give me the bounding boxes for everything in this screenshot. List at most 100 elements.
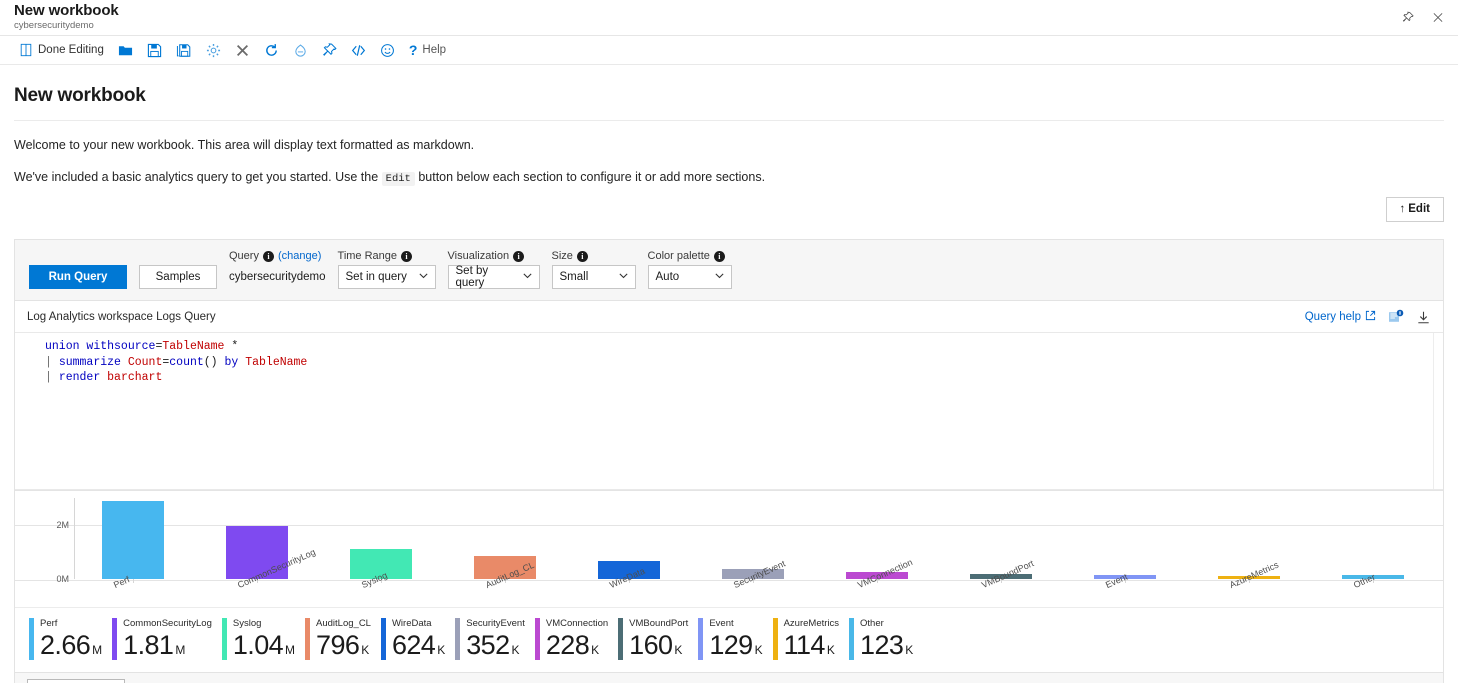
summary-tile[interactable]: SecurityEvent 352 K	[455, 618, 535, 660]
toolbar-help-label: Help	[422, 44, 447, 56]
tile-number: 796	[316, 630, 360, 660]
tile-number: 1.81	[123, 630, 174, 660]
toolbar-save-as-button[interactable]	[169, 38, 199, 62]
summary-tile[interactable]: VMConnection 228 K	[534, 618, 618, 660]
tile-body: Syslog 1.04 M	[233, 618, 295, 660]
summary-tile[interactable]: AzureMetrics 114 K	[772, 618, 849, 660]
info-icon[interactable]: i	[262, 250, 274, 262]
toolbar-settings-button[interactable]	[199, 38, 228, 62]
summary-tile[interactable]: Other 123 K	[849, 618, 923, 660]
text-section-edit-button[interactable]: ↑ Edit	[1385, 197, 1444, 222]
toolbar-pin-button[interactable]	[315, 38, 344, 62]
code-token: |	[45, 371, 59, 384]
tile-unit: M	[285, 643, 296, 657]
tile-body: SecurityEvent 352 K	[466, 618, 525, 660]
tile-value: 123 K	[860, 631, 913, 660]
tile-unit: K	[905, 643, 914, 657]
summary-tile[interactable]: CommonSecurityLog 1.81 M	[112, 618, 222, 660]
samples-button[interactable]: Samples	[139, 265, 217, 289]
tile-value: 2.66 M	[40, 631, 102, 660]
bar-chart: 2M 0M Perf CommonSecurityLog Syslog AuditLo…	[15, 490, 1443, 608]
toolbar-done-editing-label: Done Editing	[38, 44, 104, 56]
tile-body: Other 123 K	[860, 618, 913, 660]
summary-tile[interactable]: Perf 2.66 M	[29, 618, 112, 660]
code-line-1: union withsource=TableName *	[15, 339, 1443, 355]
color-palette-select[interactable]: Auto	[647, 265, 732, 289]
bottom-done-editing-button[interactable]: Done Editing	[27, 679, 125, 683]
save-as-icon	[176, 43, 192, 58]
edit-button-label: Edit	[1408, 203, 1430, 215]
tile-label: Syslog	[232, 618, 262, 629]
info-icon[interactable]: i	[713, 250, 725, 262]
query-editor-header: Log Analytics workspace Logs Query Query…	[15, 301, 1443, 332]
tile-number: 228	[545, 630, 590, 660]
tile-label: Perf	[40, 618, 58, 629]
tile-value: 114 K	[784, 631, 839, 660]
download-icon[interactable]	[1416, 310, 1431, 325]
summary-tile[interactable]: Event 129 K	[698, 618, 772, 660]
code-token: summarize	[58, 355, 121, 369]
folder-icon	[118, 43, 133, 58]
query-change-link[interactable]: (change)	[278, 250, 321, 262]
toolbar-save-button[interactable]	[140, 38, 169, 62]
tile-value: 160 K	[629, 631, 688, 660]
workbook-content: New workbook Welcome to your new workboo…	[0, 85, 1458, 222]
tile-color-bar	[698, 618, 704, 660]
chevron-down-icon	[618, 270, 629, 284]
title-divider	[14, 120, 1444, 121]
query-help-label: Query help	[1304, 311, 1361, 323]
code-token: union	[45, 340, 80, 353]
query-editor-actions: Query help	[1305, 309, 1431, 325]
time-range-label-text: Time Range	[337, 250, 398, 262]
chart-x-tick	[133, 579, 135, 583]
code-token: by	[224, 355, 239, 369]
toolbar-open-button[interactable]	[111, 38, 140, 62]
y-tick-2m: 2M	[56, 520, 69, 530]
query-config-row: Run Query Samples Query i (change) cyber…	[15, 240, 1443, 301]
visualization-select[interactable]: Set by query	[447, 265, 540, 289]
tile-value: 129 K	[709, 631, 762, 660]
info-icon[interactable]: i	[401, 250, 413, 262]
toolbar-done-editing-button[interactable]: Done Editing	[12, 38, 111, 62]
tile-number: 114	[783, 630, 826, 660]
code-line-3: | render barchart	[15, 370, 1443, 386]
tile-value: 1.04 M	[233, 631, 295, 660]
window-title: New workbook	[14, 2, 119, 19]
chevron-down-icon	[714, 270, 725, 284]
toolbar-close-button[interactable]	[228, 38, 257, 62]
tile-number: 2.66	[40, 630, 91, 660]
tile-color-bar	[380, 618, 386, 660]
chart-bar[interactable]	[102, 501, 165, 579]
inline-code-edit: Edit	[381, 172, 415, 186]
query-label-text: Query	[229, 250, 259, 262]
summary-tile[interactable]: Syslog 1.04 M	[221, 618, 305, 660]
editor-scrollbar[interactable]	[1433, 333, 1443, 489]
clock-refresh-icon	[293, 43, 308, 58]
tile-color-bar	[618, 618, 624, 660]
query-help-link[interactable]: Query help	[1305, 310, 1376, 324]
close-icon[interactable]	[1426, 5, 1450, 29]
pin-icon[interactable]	[1396, 5, 1420, 29]
summary-tile[interactable]: VMBoundPort 160 K	[618, 618, 698, 660]
toolbar-help-button[interactable]: ? Help	[402, 38, 453, 62]
size-select[interactable]: Small	[551, 265, 636, 289]
toolbar-auto-refresh-button[interactable]	[286, 38, 315, 62]
kql-query-editor[interactable]: union withsource=TableName * | summarize…	[15, 332, 1443, 490]
info-icon[interactable]: i	[576, 250, 588, 262]
tile-color-bar	[455, 618, 461, 660]
y-tick-0m: 0M	[56, 574, 69, 584]
smiley-icon	[380, 43, 395, 58]
toolbar-feedback-button[interactable]	[373, 38, 402, 62]
window-subtitle: cybersecuritydemo	[14, 20, 94, 31]
summary-tile[interactable]: AuditLog_CL 796 K	[305, 618, 381, 660]
time-range-select[interactable]: Set in query	[337, 265, 436, 289]
summary-tile[interactable]: WireData 624 K	[380, 618, 455, 660]
query-field: Query i (change) cybersecuritydemo	[229, 250, 326, 289]
sample-queries-icon[interactable]	[1388, 309, 1404, 325]
toolbar-refresh-button[interactable]	[257, 38, 286, 62]
run-query-button[interactable]: Run Query	[29, 265, 127, 289]
toolbar-code-button[interactable]	[344, 38, 373, 62]
code-token: |	[45, 355, 59, 369]
query-field-label: Query i (change)	[229, 250, 326, 262]
info-icon[interactable]: i	[513, 250, 525, 262]
